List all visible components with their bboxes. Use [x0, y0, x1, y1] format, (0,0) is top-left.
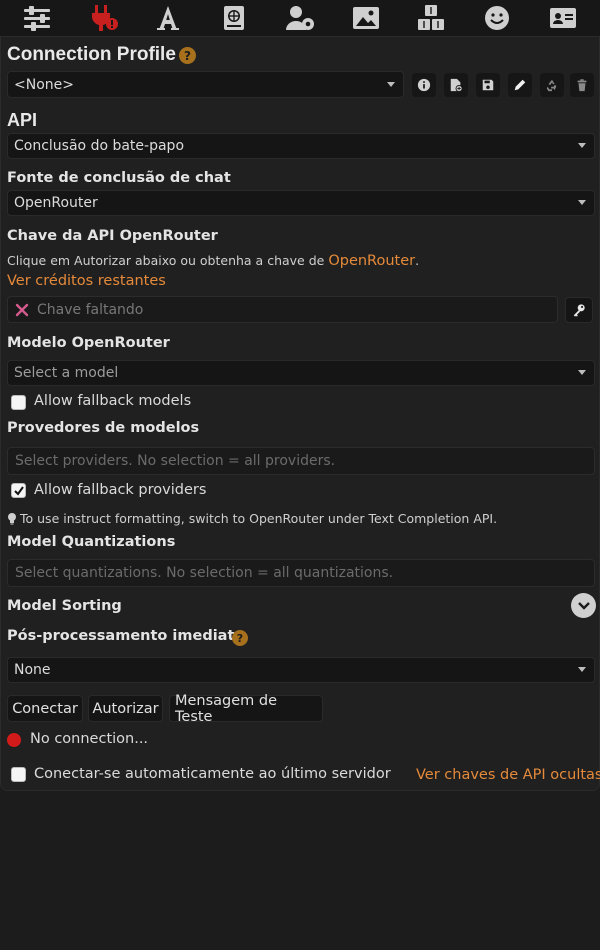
connection-profile-title: Connection Profile	[7, 44, 176, 65]
connection-profile-value: <None>	[14, 76, 74, 93]
authorize-button[interactable]: Autorizar	[88, 695, 163, 722]
openrouter-link[interactable]: OpenRouter	[328, 253, 415, 269]
api-key-label: Chave da API OpenRouter	[7, 228, 218, 244]
chevron-down-icon	[577, 601, 590, 610]
quantizations-placeholder: Select quantizations. No selection = all…	[15, 565, 394, 581]
model-label: Modelo OpenRouter	[7, 335, 170, 351]
chevron-down-icon	[578, 370, 586, 375]
api-title: API	[7, 110, 38, 130]
providers-placeholder: Select providers. No selection = all pro…	[15, 453, 336, 469]
profile-edit-button[interactable]	[508, 73, 532, 97]
model-select[interactable]: Select a model	[7, 360, 595, 386]
allow-fallback-providers-label: Allow fallback providers	[34, 482, 207, 498]
top-nav	[0, 0, 600, 36]
cubes-icon[interactable]	[412, 2, 450, 34]
model-sorting-label: Model Sorting	[7, 598, 122, 614]
api-key-hint-text: Clique em Autorizar abaixo ou obtenha a …	[7, 253, 325, 268]
help-icon[interactable]: ?	[179, 47, 196, 64]
chat-source-select[interactable]: OpenRouter	[7, 190, 595, 216]
connection-status-text: No connection...	[30, 731, 149, 747]
providers-input[interactable]: Select providers. No selection = all pro…	[7, 447, 595, 475]
postprocessing-select[interactable]: None	[7, 657, 595, 683]
allow-fallback-models-checkbox[interactable]	[11, 395, 26, 410]
instruct-tip-text: To use instruct formatting, switch to Op…	[20, 511, 498, 526]
api-key-input[interactable]: Chave faltando	[7, 296, 558, 323]
book-globe-icon[interactable]	[215, 2, 253, 34]
file-plus-icon	[450, 78, 463, 92]
view-credits-link[interactable]: Ver créditos restantes	[7, 273, 166, 289]
postprocessing-value: None	[14, 662, 51, 678]
check-icon	[13, 485, 24, 496]
chat-source-label: Fonte de conclusão de chat	[7, 170, 231, 186]
api-value: Conclusão do bate-papo	[14, 138, 185, 154]
x-mark-icon	[15, 303, 29, 316]
image-icon[interactable]	[347, 2, 385, 34]
sliders-icon[interactable]	[18, 2, 56, 34]
expand-sorting-button[interactable]	[571, 593, 596, 618]
profile-save-button[interactable]	[476, 73, 500, 97]
lightbulb-icon	[8, 513, 16, 525]
allow-fallback-models-label: Allow fallback models	[34, 393, 192, 409]
chevron-down-icon	[578, 143, 586, 148]
test-message-button[interactable]: Mensagem de Teste	[169, 693, 323, 725]
api-select[interactable]: Conclusão do bate-papo	[7, 133, 595, 159]
connection-profile-select[interactable]: <None>	[7, 71, 404, 98]
model-value: Select a model	[14, 365, 119, 381]
profile-reload-button[interactable]	[540, 73, 564, 97]
profile-delete-button[interactable]	[570, 73, 594, 97]
chevron-down-icon	[387, 81, 395, 87]
allow-fallback-providers-checkbox[interactable]	[11, 483, 26, 498]
profile-info-button[interactable]	[412, 73, 436, 97]
info-icon	[417, 78, 431, 92]
quantizations-label: Model Quantizations	[7, 534, 176, 550]
save-icon	[482, 79, 494, 91]
user-gear-icon[interactable]	[281, 2, 319, 34]
id-card-icon[interactable]	[544, 2, 582, 34]
chevron-down-icon	[578, 200, 586, 205]
chevron-down-icon	[578, 667, 586, 672]
recycle-icon	[546, 79, 557, 92]
instruct-tip: To use instruct formatting, switch to Op…	[7, 511, 497, 526]
api-key-hint: Clique em Autorizar abaixo ou obtenha a …	[7, 253, 419, 269]
smiley-icon[interactable]	[478, 2, 516, 34]
profile-create-button[interactable]	[444, 73, 468, 97]
plug-icon[interactable]	[84, 2, 122, 34]
postprocessing-label: Pós-processamento imediato	[7, 628, 245, 644]
help-icon[interactable]: ?	[232, 630, 248, 646]
quantizations-input[interactable]: Select quantizations. No selection = all…	[7, 559, 595, 587]
pencil-icon	[514, 79, 526, 91]
font-icon[interactable]	[149, 2, 187, 34]
auto-connect-checkbox[interactable]	[11, 767, 26, 782]
providers-label: Provedores de modelos	[7, 420, 200, 436]
status-indicator	[7, 733, 21, 747]
view-hidden-keys-link[interactable]: Ver chaves de API ocultas	[416, 767, 600, 783]
connect-button[interactable]: Conectar	[7, 695, 83, 722]
api-connections-panel: Connection Profile ? <None> API Conclusã…	[0, 36, 600, 791]
save-key-button[interactable]	[565, 297, 593, 323]
key-icon	[573, 304, 585, 317]
api-key-hint-suffix: .	[415, 253, 420, 268]
trash-icon	[577, 79, 587, 92]
chat-source-value: OpenRouter	[14, 195, 98, 211]
api-key-placeholder: Chave faltando	[37, 301, 144, 318]
auto-connect-label: Conectar-se automaticamente ao último se…	[34, 766, 391, 782]
